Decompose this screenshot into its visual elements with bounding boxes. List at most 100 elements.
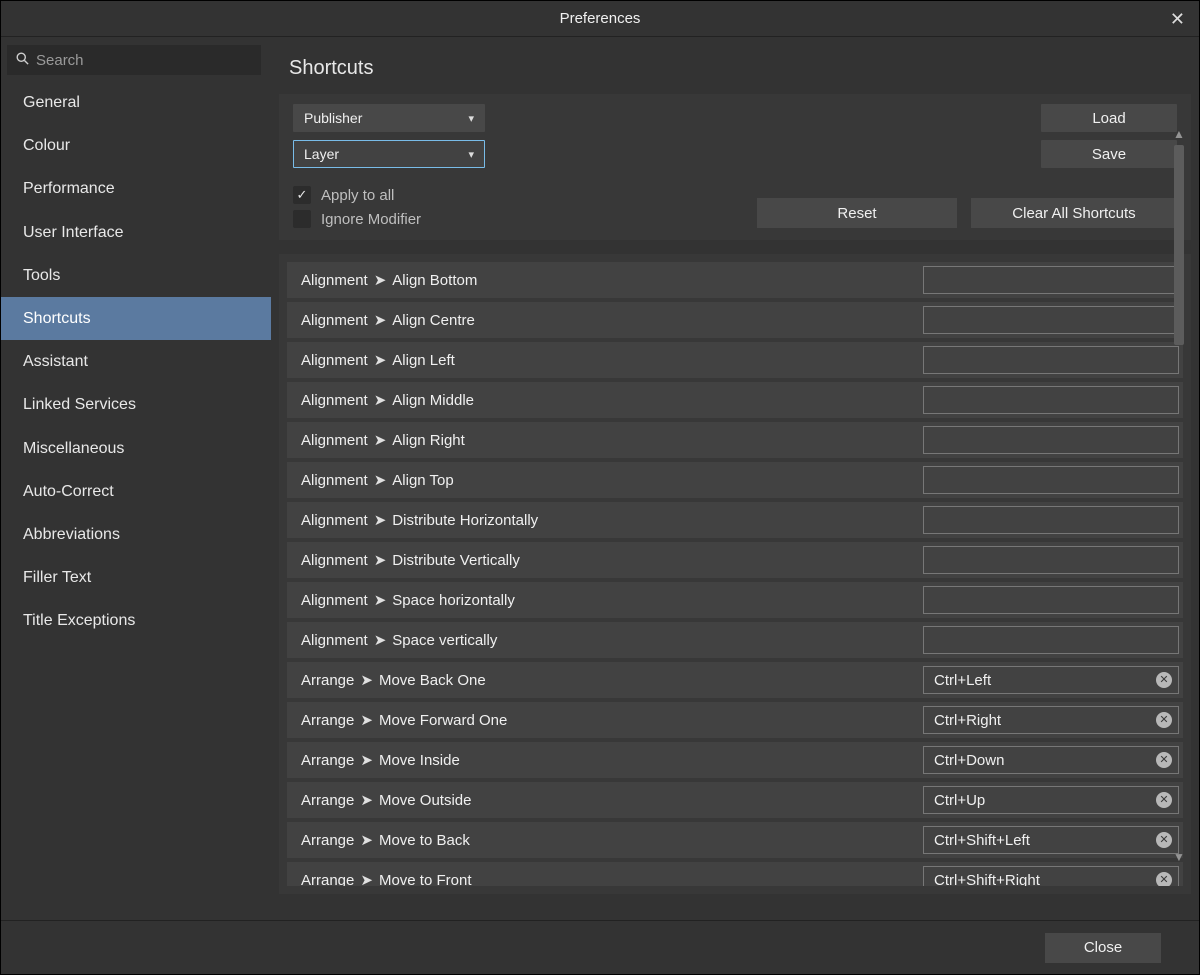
- submenu-arrow-icon: ➤: [374, 431, 387, 449]
- sidebar-item-abbreviations[interactable]: Abbreviations: [1, 513, 271, 556]
- vertical-scrollbar[interactable]: ▲ ▼: [1171, 127, 1187, 864]
- ignore-modifier-label: Ignore Modifier: [321, 211, 421, 228]
- chevron-down-icon: ▾: [468, 112, 474, 125]
- shortcut-field[interactable]: [923, 466, 1179, 494]
- clear-shortcut-icon[interactable]: ✕: [1156, 672, 1172, 688]
- scroll-thumb[interactable]: [1174, 145, 1184, 345]
- shortcut-field[interactable]: Ctrl+Shift+Left ✕: [923, 826, 1179, 854]
- shortcut-label: Arrange➤Move to Back: [301, 831, 923, 849]
- reset-button[interactable]: Reset: [757, 198, 957, 228]
- sidebar: GeneralColourPerformanceUser InterfaceTo…: [1, 37, 271, 920]
- shortcut-label: Arrange➤Move to Front: [301, 871, 923, 886]
- scroll-down-icon[interactable]: ▼: [1173, 850, 1185, 864]
- shortcut-field[interactable]: Ctrl+Left ✕: [923, 666, 1179, 694]
- shortcut-field[interactable]: [923, 386, 1179, 414]
- sidebar-item-shortcuts[interactable]: Shortcuts: [1, 297, 271, 340]
- clear-shortcut-icon[interactable]: ✕: [1156, 832, 1172, 848]
- shortcut-label: Arrange➤Move Forward One: [301, 711, 923, 729]
- shortcut-field[interactable]: Ctrl+Shift+Right✕: [923, 866, 1179, 886]
- shortcut-label: Alignment➤Align Middle: [301, 391, 923, 409]
- page-title: Shortcuts: [289, 57, 1199, 80]
- shortcut-row[interactable]: Arrange➤Move to FrontCtrl+Shift+Right✕: [287, 862, 1183, 886]
- shortcut-row[interactable]: Alignment➤Align Centre: [287, 302, 1183, 338]
- shortcut-label: Alignment➤Space horizontally: [301, 591, 923, 609]
- shortcut-row[interactable]: Alignment➤Space horizontally: [287, 582, 1183, 618]
- shortcut-row[interactable]: Arrange➤Move InsideCtrl+Down✕: [287, 742, 1183, 778]
- submenu-arrow-icon: ➤: [374, 511, 387, 529]
- shortcut-field[interactable]: [923, 426, 1179, 454]
- shortcut-row[interactable]: Alignment➤Align Left: [287, 342, 1183, 378]
- clear-shortcut-icon[interactable]: ✕: [1156, 712, 1172, 728]
- ignore-modifier-checkbox[interactable]: [293, 210, 311, 228]
- search-input[interactable]: [36, 52, 253, 69]
- sidebar-item-auto-correct[interactable]: Auto-Correct: [1, 470, 271, 513]
- shortcut-field[interactable]: [923, 586, 1179, 614]
- category-select-value: Layer: [304, 146, 339, 162]
- sidebar-item-performance[interactable]: Performance: [1, 167, 271, 210]
- close-icon[interactable]: ✕: [1170, 10, 1185, 28]
- shortcut-field[interactable]: Ctrl+Right✕: [923, 706, 1179, 734]
- close-button[interactable]: Close: [1045, 933, 1161, 963]
- shortcut-row[interactable]: Alignment➤Align Bottom: [287, 262, 1183, 298]
- shortcut-value: Ctrl+Left: [934, 672, 991, 689]
- sidebar-item-title-exceptions[interactable]: Title Exceptions: [1, 599, 271, 642]
- shortcut-field[interactable]: [923, 506, 1179, 534]
- sidebar-item-miscellaneous[interactable]: Miscellaneous: [1, 427, 271, 470]
- sidebar-item-general[interactable]: General: [1, 81, 271, 124]
- submenu-arrow-icon: ➤: [374, 591, 387, 609]
- submenu-arrow-icon: ➤: [374, 391, 387, 409]
- scroll-up-icon[interactable]: ▲: [1173, 127, 1185, 141]
- clear-shortcut-icon[interactable]: ✕: [1156, 872, 1172, 886]
- category-select[interactable]: Layer ▾: [293, 140, 485, 168]
- shortcut-row[interactable]: Alignment➤Align Middle: [287, 382, 1183, 418]
- shortcut-label: Arrange➤Move Inside: [301, 751, 923, 769]
- apply-to-all-checkbox[interactable]: ✓: [293, 186, 311, 204]
- search-box[interactable]: [7, 45, 261, 75]
- shortcut-row[interactable]: Arrange➤Move to Back Ctrl+Shift+Left ✕: [287, 822, 1183, 858]
- shortcut-label: Arrange➤Move Back One: [301, 671, 923, 689]
- save-button[interactable]: Save: [1041, 140, 1177, 168]
- clear-all-button[interactable]: Clear All Shortcuts: [971, 198, 1177, 228]
- chevron-down-icon: ▾: [468, 148, 474, 161]
- controls-bar: Publisher ▾ Layer ▾ Load Save ✓ Apply to…: [279, 94, 1191, 240]
- sidebar-item-assistant[interactable]: Assistant: [1, 340, 271, 383]
- shortcut-label: Alignment➤Align Bottom: [301, 271, 923, 289]
- shortcut-row[interactable]: Alignment➤Distribute Horizontally: [287, 502, 1183, 538]
- submenu-arrow-icon: ➤: [374, 271, 387, 289]
- profile-select-value: Publisher: [304, 110, 362, 126]
- shortcut-field[interactable]: [923, 306, 1179, 334]
- submenu-arrow-icon: ➤: [360, 831, 373, 849]
- submenu-arrow-icon: ➤: [360, 751, 373, 769]
- sidebar-item-filler-text[interactable]: Filler Text: [1, 556, 271, 599]
- shortcut-row[interactable]: Arrange➤Move OutsideCtrl+Up✕: [287, 782, 1183, 818]
- shortcut-row[interactable]: Arrange➤Move Back One Ctrl+Left ✕: [287, 662, 1183, 698]
- load-button[interactable]: Load: [1041, 104, 1177, 132]
- clear-shortcut-icon[interactable]: ✕: [1156, 792, 1172, 808]
- scroll-track[interactable]: [1174, 145, 1184, 846]
- sidebar-item-tools[interactable]: Tools: [1, 254, 271, 297]
- shortcut-field[interactable]: [923, 626, 1179, 654]
- profile-select[interactable]: Publisher ▾: [293, 104, 485, 132]
- shortcut-label: Alignment➤Distribute Vertically: [301, 551, 923, 569]
- sidebar-item-user-interface[interactable]: User Interface: [1, 211, 271, 254]
- submenu-arrow-icon: ➤: [360, 711, 373, 729]
- submenu-arrow-icon: ➤: [360, 871, 373, 886]
- shortcut-field[interactable]: [923, 266, 1179, 294]
- shortcut-label: Alignment➤Align Right: [301, 431, 923, 449]
- shortcut-row[interactable]: Alignment➤Align Right: [287, 422, 1183, 458]
- shortcut-row[interactable]: Alignment➤Align Top: [287, 462, 1183, 498]
- sidebar-item-linked-services[interactable]: Linked Services: [1, 383, 271, 426]
- shortcut-row[interactable]: Arrange➤Move Forward OneCtrl+Right✕: [287, 702, 1183, 738]
- shortcut-field[interactable]: Ctrl+Down✕: [923, 746, 1179, 774]
- shortcut-row[interactable]: Alignment➤Distribute Vertically: [287, 542, 1183, 578]
- clear-shortcut-icon[interactable]: ✕: [1156, 752, 1172, 768]
- shortcut-label: Alignment➤Align Top: [301, 471, 923, 489]
- shortcut-field[interactable]: Ctrl+Up✕: [923, 786, 1179, 814]
- shortcut-value: Ctrl+Shift+Left: [934, 832, 1030, 849]
- submenu-arrow-icon: ➤: [374, 351, 387, 369]
- shortcut-row[interactable]: Alignment➤Space vertically: [287, 622, 1183, 658]
- shortcut-field[interactable]: [923, 546, 1179, 574]
- sidebar-item-colour[interactable]: Colour: [1, 124, 271, 167]
- shortcut-field[interactable]: [923, 346, 1179, 374]
- shortcut-label: Arrange➤Move Outside: [301, 791, 923, 809]
